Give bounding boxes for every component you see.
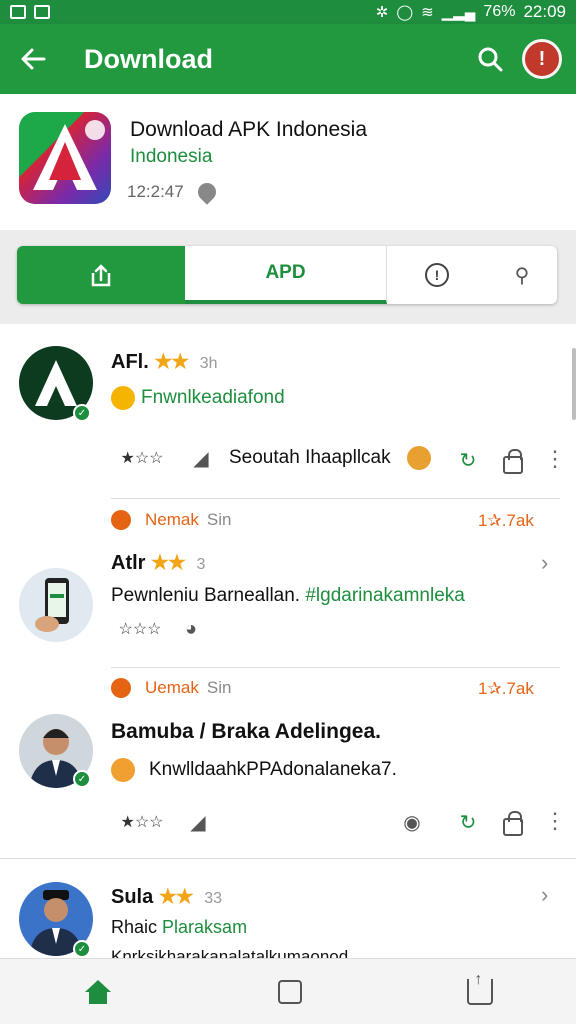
post-author: Bamuba / Braka Adelingea. — [111, 720, 381, 743]
post-author: AFl. ★★ 3h — [111, 351, 218, 373]
nav-home-button[interactable] — [83, 978, 113, 1006]
app-region: Indonesia — [130, 146, 213, 167]
stars-outline-icon: ★☆☆ — [120, 814, 164, 831]
verified-badge-icon: ✓ — [73, 770, 91, 788]
exclamation-icon: ! — [538, 47, 546, 70]
tab-search[interactable]: ⚲ — [487, 246, 557, 304]
post-text: Pewnleniu Barneallan. #lgdarinakamnleka — [111, 585, 465, 606]
post-subtitle: Rhaic Plaraksam — [111, 917, 248, 937]
arrow-left-icon — [21, 48, 46, 70]
emoji-icon — [111, 386, 135, 410]
tab-apd[interactable]: APD — [185, 246, 387, 304]
post-footer: Seoutah Ihaapllcak — [229, 447, 391, 468]
post-tag-row: Nemak Sin — [111, 510, 231, 530]
stars-outline-icon: ★☆☆ — [120, 450, 164, 467]
search-button[interactable] — [462, 31, 518, 87]
verified-badge-icon: ✓ — [73, 404, 91, 422]
verified-badge-icon: ✓ — [73, 940, 91, 958]
post-actions: ★☆☆ ◢ Seoutah Ihaapllcak — [111, 446, 437, 470]
shield-icon[interactable]: ◉ — [400, 810, 424, 834]
lock-icon[interactable] — [503, 449, 523, 474]
post-rating: 1✰.7ak — [478, 511, 534, 530]
clock: 22:09 — [523, 2, 566, 21]
nav-recents-button[interactable] — [277, 979, 302, 1004]
tab-bar-container: APD ! ⚲ — [0, 230, 576, 324]
tab-info[interactable]: ! — [387, 246, 487, 304]
app-logo — [19, 112, 111, 204]
upload-icon — [91, 264, 111, 287]
divider — [111, 498, 560, 499]
tag-icon — [111, 510, 131, 530]
search-small-icon: ⚲ — [514, 264, 530, 287]
info-icon: ! — [425, 263, 449, 287]
bluetooth-icon: ✲ — [375, 4, 389, 21]
post-time: 33 — [204, 890, 223, 907]
post-author: Atlr ★★ 3 — [111, 552, 206, 574]
refresh-icon[interactable]: ↻ — [456, 810, 480, 834]
location-pin-icon[interactable] — [194, 179, 220, 205]
status-bar: ✲ ◯ ≋ ▁▂▄ 76% 22:09 — [0, 0, 576, 24]
more-options-button[interactable]: ⋮ — [544, 448, 566, 470]
divider — [111, 667, 560, 668]
post-subtitle: Fnwnlkeadiafond — [111, 386, 285, 410]
post-tag: Nemak — [145, 510, 199, 529]
stars-outline-icon: ☆☆☆ — [118, 621, 162, 638]
star-rating-icon: ★★ — [154, 351, 189, 373]
tab-upload[interactable] — [17, 246, 185, 304]
post-actions: ☆☆☆ ◕ — [111, 617, 203, 641]
avatar[interactable] — [19, 568, 93, 642]
scrollbar[interactable] — [572, 348, 576, 420]
app-name: Download APK Indonesia — [130, 118, 367, 141]
bottom-navigation — [0, 958, 576, 1024]
home-icon — [84, 979, 111, 1004]
gallery-icon — [10, 5, 26, 19]
refresh-icon[interactable]: ↻ — [456, 448, 480, 472]
post-time: 3 — [196, 556, 206, 573]
star-rating-icon: ★★ — [151, 552, 186, 574]
alarm-icon: ◯ — [396, 4, 414, 21]
apk-logo-icon — [33, 120, 105, 190]
emoji-icon — [406, 446, 431, 470]
chevron-right-icon[interactable]: › — [541, 882, 548, 908]
emoji-icon — [111, 758, 135, 782]
post-rating: 1✰.7ak — [478, 679, 534, 698]
megaphone-icon: ◢ — [193, 447, 209, 470]
search-icon — [478, 47, 503, 72]
alert-button[interactable]: ! — [522, 39, 562, 79]
post-time: 3h — [199, 355, 218, 372]
back-button[interactable] — [0, 24, 66, 94]
app-bar: Download ! — [0, 24, 576, 94]
app-meta: 12:2:47 — [127, 179, 220, 205]
post-tag-time: Sin — [206, 678, 232, 697]
app-meta-text: 12:2:47 — [127, 182, 184, 201]
post-tag-row: Uemak Sin — [111, 678, 231, 698]
page-title: Download — [84, 43, 213, 74]
tab-bar: APD ! ⚲ — [17, 246, 557, 304]
battery-level: 76% — [483, 3, 516, 20]
comment-icon: ◕ — [184, 617, 198, 640]
chevron-right-icon[interactable]: › — [541, 550, 548, 576]
wifi-icon: ≋ — [421, 4, 434, 21]
divider — [0, 858, 576, 859]
nav-share-button[interactable] — [467, 971, 494, 1005]
lock-icon[interactable] — [503, 811, 523, 836]
post-tag-time: Sin — [206, 510, 232, 529]
tag-icon — [111, 678, 131, 698]
star-rating-icon: ★★ — [158, 886, 194, 908]
megaphone-icon: ◢ — [190, 811, 206, 834]
post-text: KnwlldaahkPPAdonalaneka7. — [111, 758, 397, 782]
signal-icon: ▁▂▄ — [441, 4, 476, 21]
image-icon — [34, 5, 50, 19]
more-options-button[interactable]: ⋮ — [544, 810, 566, 832]
post-tag: Uemak — [145, 678, 199, 697]
post-author: Sula ★★ 33 — [111, 886, 223, 908]
